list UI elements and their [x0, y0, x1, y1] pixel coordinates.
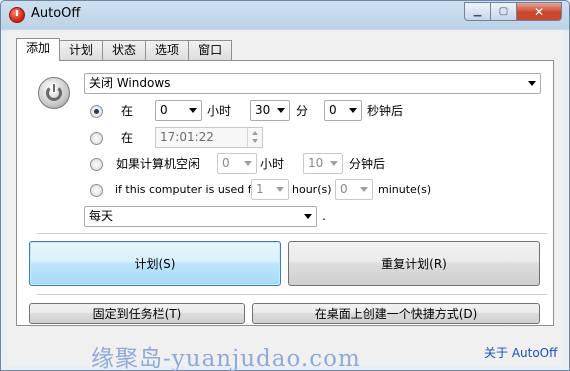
at-time-seconds-select[interactable]: 0 [324, 100, 362, 121]
divider [37, 233, 547, 234]
power-app-icon[interactable] [9, 7, 25, 23]
idle-minutes-select[interactable]: 10 [303, 153, 343, 174]
at-time-seconds-value: 0 [329, 103, 337, 117]
repeat-select[interactable]: 每天 [84, 206, 317, 227]
clock-time-value: 17:01:22 [160, 130, 214, 144]
schedule-button[interactable]: 计划(S) [29, 241, 281, 286]
chevron-down-icon [304, 214, 312, 219]
tab-add[interactable]: 添加 [16, 38, 61, 61]
idle-hours-select[interactable]: 0 [217, 153, 257, 174]
pin-taskbar-button[interactable]: 固定到任务栏(T) [29, 303, 245, 324]
at-time-hours-value: 0 [160, 103, 168, 117]
title-bar[interactable]: AutoOff ▁ ▢ ✕ [1, 1, 569, 29]
window-title: AutoOff [31, 6, 81, 21]
idle-label: 如果计算机空闲 [116, 157, 201, 171]
about-link[interactable]: 关于 AutoOff [484, 344, 557, 361]
clock-time-picker[interactable]: 17:01:22 [155, 127, 263, 148]
at-time-minutes-select[interactable]: 30 [250, 100, 290, 121]
power-icon[interactable] [38, 77, 70, 109]
at-time-hours-select[interactable]: 0 [155, 100, 202, 121]
minimize-button[interactable]: ▁ [464, 2, 491, 21]
spin-updown-icon[interactable] [247, 128, 262, 147]
app-window: AutoOff ▁ ▢ ✕ 添加 计划 状态 选项 窗口 关闭 Windows … [0, 0, 570, 371]
add-panel: 关闭 Windows 在 0 小时 30 分 0 秒钟后 在 17:01:22 … [16, 60, 554, 326]
radio-idle[interactable] [90, 158, 103, 171]
chevron-down-icon [277, 108, 285, 113]
action-select[interactable]: 关闭 Windows [84, 73, 541, 94]
chevron-down-icon [360, 187, 368, 192]
minimize-icon: ▁ [473, 6, 482, 17]
used-minutes-select[interactable]: 0 [335, 179, 373, 200]
client-area: 添加 计划 状态 选项 窗口 关闭 Windows 在 0 小时 30 分 0 … [8, 30, 563, 366]
used-minutes-unit: minute(s) [378, 183, 432, 196]
chevron-down-icon [244, 161, 252, 166]
radio-used-for[interactable] [90, 184, 103, 197]
used-minutes-value: 0 [340, 182, 348, 196]
idle-minutes-unit: 分钟后 [349, 157, 386, 171]
repeat-select-value: 每天 [89, 209, 114, 223]
tab-window[interactable]: 窗口 [189, 40, 233, 61]
at-time-minutes-value: 30 [255, 103, 271, 117]
watermark-text: 缘聚岛-yuanjudao.com [91, 346, 361, 371]
repeat-suffix: . [322, 209, 326, 223]
seconds-unit-label: 秒钟后 [367, 104, 404, 118]
tab-options[interactable]: 选项 [146, 40, 190, 61]
maximize-button[interactable]: ▢ [491, 2, 517, 21]
reschedule-button[interactable]: 重复计划(R) [288, 241, 540, 286]
desktop-shortcut-button[interactable]: 在桌面上创建一个快捷方式(D) [252, 303, 540, 324]
used-hours-value: 1 [256, 182, 264, 196]
chevron-down-icon [276, 187, 284, 192]
used-for-label: if this computer is used for [115, 183, 263, 196]
tab-status[interactable]: 状态 [103, 40, 147, 61]
used-hours-select[interactable]: 1 [251, 179, 289, 200]
minutes-unit-label: 分 [296, 104, 309, 118]
idle-hours-value: 0 [222, 156, 230, 170]
close-button[interactable]: ✕ [517, 2, 562, 21]
action-select-value: 关闭 Windows [89, 76, 171, 90]
chevron-down-icon [349, 108, 357, 113]
chevron-down-icon [330, 161, 338, 166]
radio-at-time[interactable] [90, 105, 103, 118]
idle-hours-unit: 小时 [260, 157, 285, 171]
tab-schedule[interactable]: 计划 [60, 40, 104, 61]
radio-at-clock[interactable] [90, 132, 103, 145]
maximize-icon: ▢ [498, 6, 509, 17]
hours-unit-label: 小时 [207, 104, 232, 118]
divider [37, 294, 547, 295]
chevron-down-icon [528, 81, 536, 86]
at-time-label: 在 [121, 104, 134, 118]
idle-minutes-value: 10 [308, 156, 324, 170]
chevron-down-icon [189, 108, 197, 113]
close-icon: ✕ [533, 4, 545, 19]
tab-strip: 添加 计划 状态 选项 窗口 [16, 38, 233, 61]
used-hours-unit: hour(s) [292, 183, 332, 196]
at-clock-label: 在 [121, 131, 134, 145]
